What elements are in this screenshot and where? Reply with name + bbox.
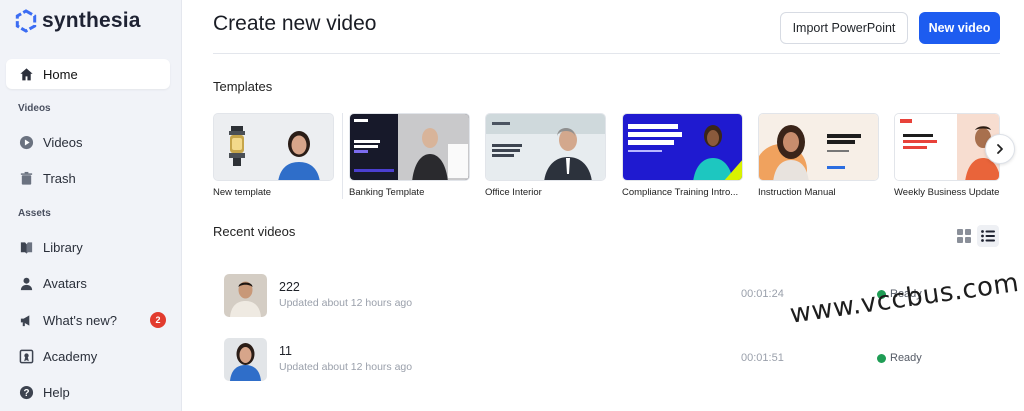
logo-text: synthesia bbox=[42, 9, 141, 32]
template-divider bbox=[342, 113, 343, 199]
sidebar-item-academy[interactable]: Academy bbox=[6, 341, 170, 371]
template-card-weekly-business[interactable]: Weekly Business Update bbox=[894, 113, 1000, 198]
template-caption: Office Interior bbox=[485, 187, 542, 198]
sidebar-item-label: Videos bbox=[43, 134, 83, 150]
person-icon bbox=[18, 275, 34, 291]
grid-icon bbox=[957, 229, 971, 243]
sidebar: synthesia Home Videos Videos Trash Asset… bbox=[0, 0, 182, 411]
academy-icon bbox=[18, 348, 34, 364]
template-thumbnail bbox=[758, 113, 879, 181]
sidebar-item-home[interactable]: Home bbox=[6, 59, 170, 89]
sidebar-item-label: Library bbox=[43, 239, 83, 255]
template-thumbnail bbox=[622, 113, 743, 181]
chevron-right-icon bbox=[997, 144, 1003, 154]
video-duration: 00:01:51 bbox=[741, 352, 784, 364]
template-card-compliance[interactable]: Compliance Training Intro... bbox=[622, 113, 743, 198]
template-caption: Weekly Business Update bbox=[894, 187, 1000, 198]
sidebar-item-label: Trash bbox=[43, 170, 76, 186]
template-card-new[interactable]: New template bbox=[213, 113, 334, 198]
sidebar-item-label: Avatars bbox=[43, 275, 87, 291]
video-name[interactable]: 11 bbox=[279, 344, 292, 358]
section-label-assets: Assets bbox=[18, 208, 51, 219]
templates-heading: Templates bbox=[213, 79, 273, 94]
video-thumbnail bbox=[224, 274, 267, 317]
help-icon: ? bbox=[18, 384, 34, 400]
new-video-button[interactable]: New video bbox=[919, 12, 1000, 44]
video-updated: Updated about 12 hours ago bbox=[279, 361, 413, 373]
video-thumbnail bbox=[224, 338, 267, 381]
video-row[interactable]: 11 Updated about 12 hours ago 00:01:51 R… bbox=[213, 338, 1000, 394]
sidebar-item-videos[interactable]: Videos bbox=[6, 127, 170, 157]
play-circle-icon bbox=[18, 134, 34, 150]
template-card-banking[interactable]: Banking Template bbox=[349, 113, 470, 198]
sidebar-item-label: What's new? bbox=[43, 312, 118, 328]
synthesia-logo-icon bbox=[15, 9, 37, 33]
sidebar-item-label: Home bbox=[43, 66, 78, 82]
status-dot-icon bbox=[877, 353, 886, 363]
sidebar-item-whats-new[interactable]: What's new? 2 bbox=[6, 305, 170, 335]
page-title: Create new video bbox=[213, 12, 377, 35]
sidebar-item-avatars[interactable]: Avatars bbox=[6, 268, 170, 298]
svg-text:?: ? bbox=[23, 388, 29, 399]
template-card-office-interior[interactable]: Office Interior bbox=[485, 113, 606, 198]
book-icon bbox=[18, 239, 34, 255]
template-thumbnail bbox=[485, 113, 606, 181]
list-view-toggle[interactable] bbox=[977, 225, 999, 247]
video-updated: Updated about 12 hours ago bbox=[279, 297, 413, 309]
sidebar-item-help[interactable]: ? Help bbox=[6, 377, 170, 407]
template-thumbnail bbox=[213, 113, 334, 181]
status-badge: Ready bbox=[877, 352, 922, 364]
list-icon bbox=[981, 230, 995, 242]
templates-next-button[interactable] bbox=[985, 134, 1015, 164]
template-caption: Instruction Manual bbox=[758, 187, 836, 198]
section-label-videos: Videos bbox=[18, 103, 51, 114]
template-card-instruction-manual[interactable]: Instruction Manual bbox=[758, 113, 879, 198]
import-powerpoint-button[interactable]: Import PowerPoint bbox=[780, 12, 908, 44]
template-thumbnail bbox=[349, 113, 470, 181]
notification-badge: 2 bbox=[150, 312, 166, 328]
status-text: Ready bbox=[890, 352, 922, 364]
megaphone-icon bbox=[18, 312, 34, 328]
recent-videos-heading: Recent videos bbox=[213, 224, 296, 239]
video-name[interactable]: 222 bbox=[279, 280, 300, 294]
home-icon bbox=[18, 66, 34, 82]
sidebar-item-label: Academy bbox=[43, 348, 98, 364]
sidebar-item-trash[interactable]: Trash bbox=[6, 163, 170, 193]
template-caption: Compliance Training Intro... bbox=[622, 187, 739, 198]
template-caption: New template bbox=[213, 187, 272, 198]
video-duration: 00:01:24 bbox=[741, 288, 784, 300]
sidebar-item-label: Help bbox=[43, 384, 70, 400]
trash-icon bbox=[18, 170, 34, 186]
header-divider bbox=[213, 53, 1000, 54]
template-caption: Banking Template bbox=[349, 187, 425, 198]
logo[interactable]: synthesia bbox=[14, 9, 141, 33]
sidebar-item-library[interactable]: Library bbox=[6, 232, 170, 262]
grid-view-toggle[interactable] bbox=[953, 225, 975, 247]
